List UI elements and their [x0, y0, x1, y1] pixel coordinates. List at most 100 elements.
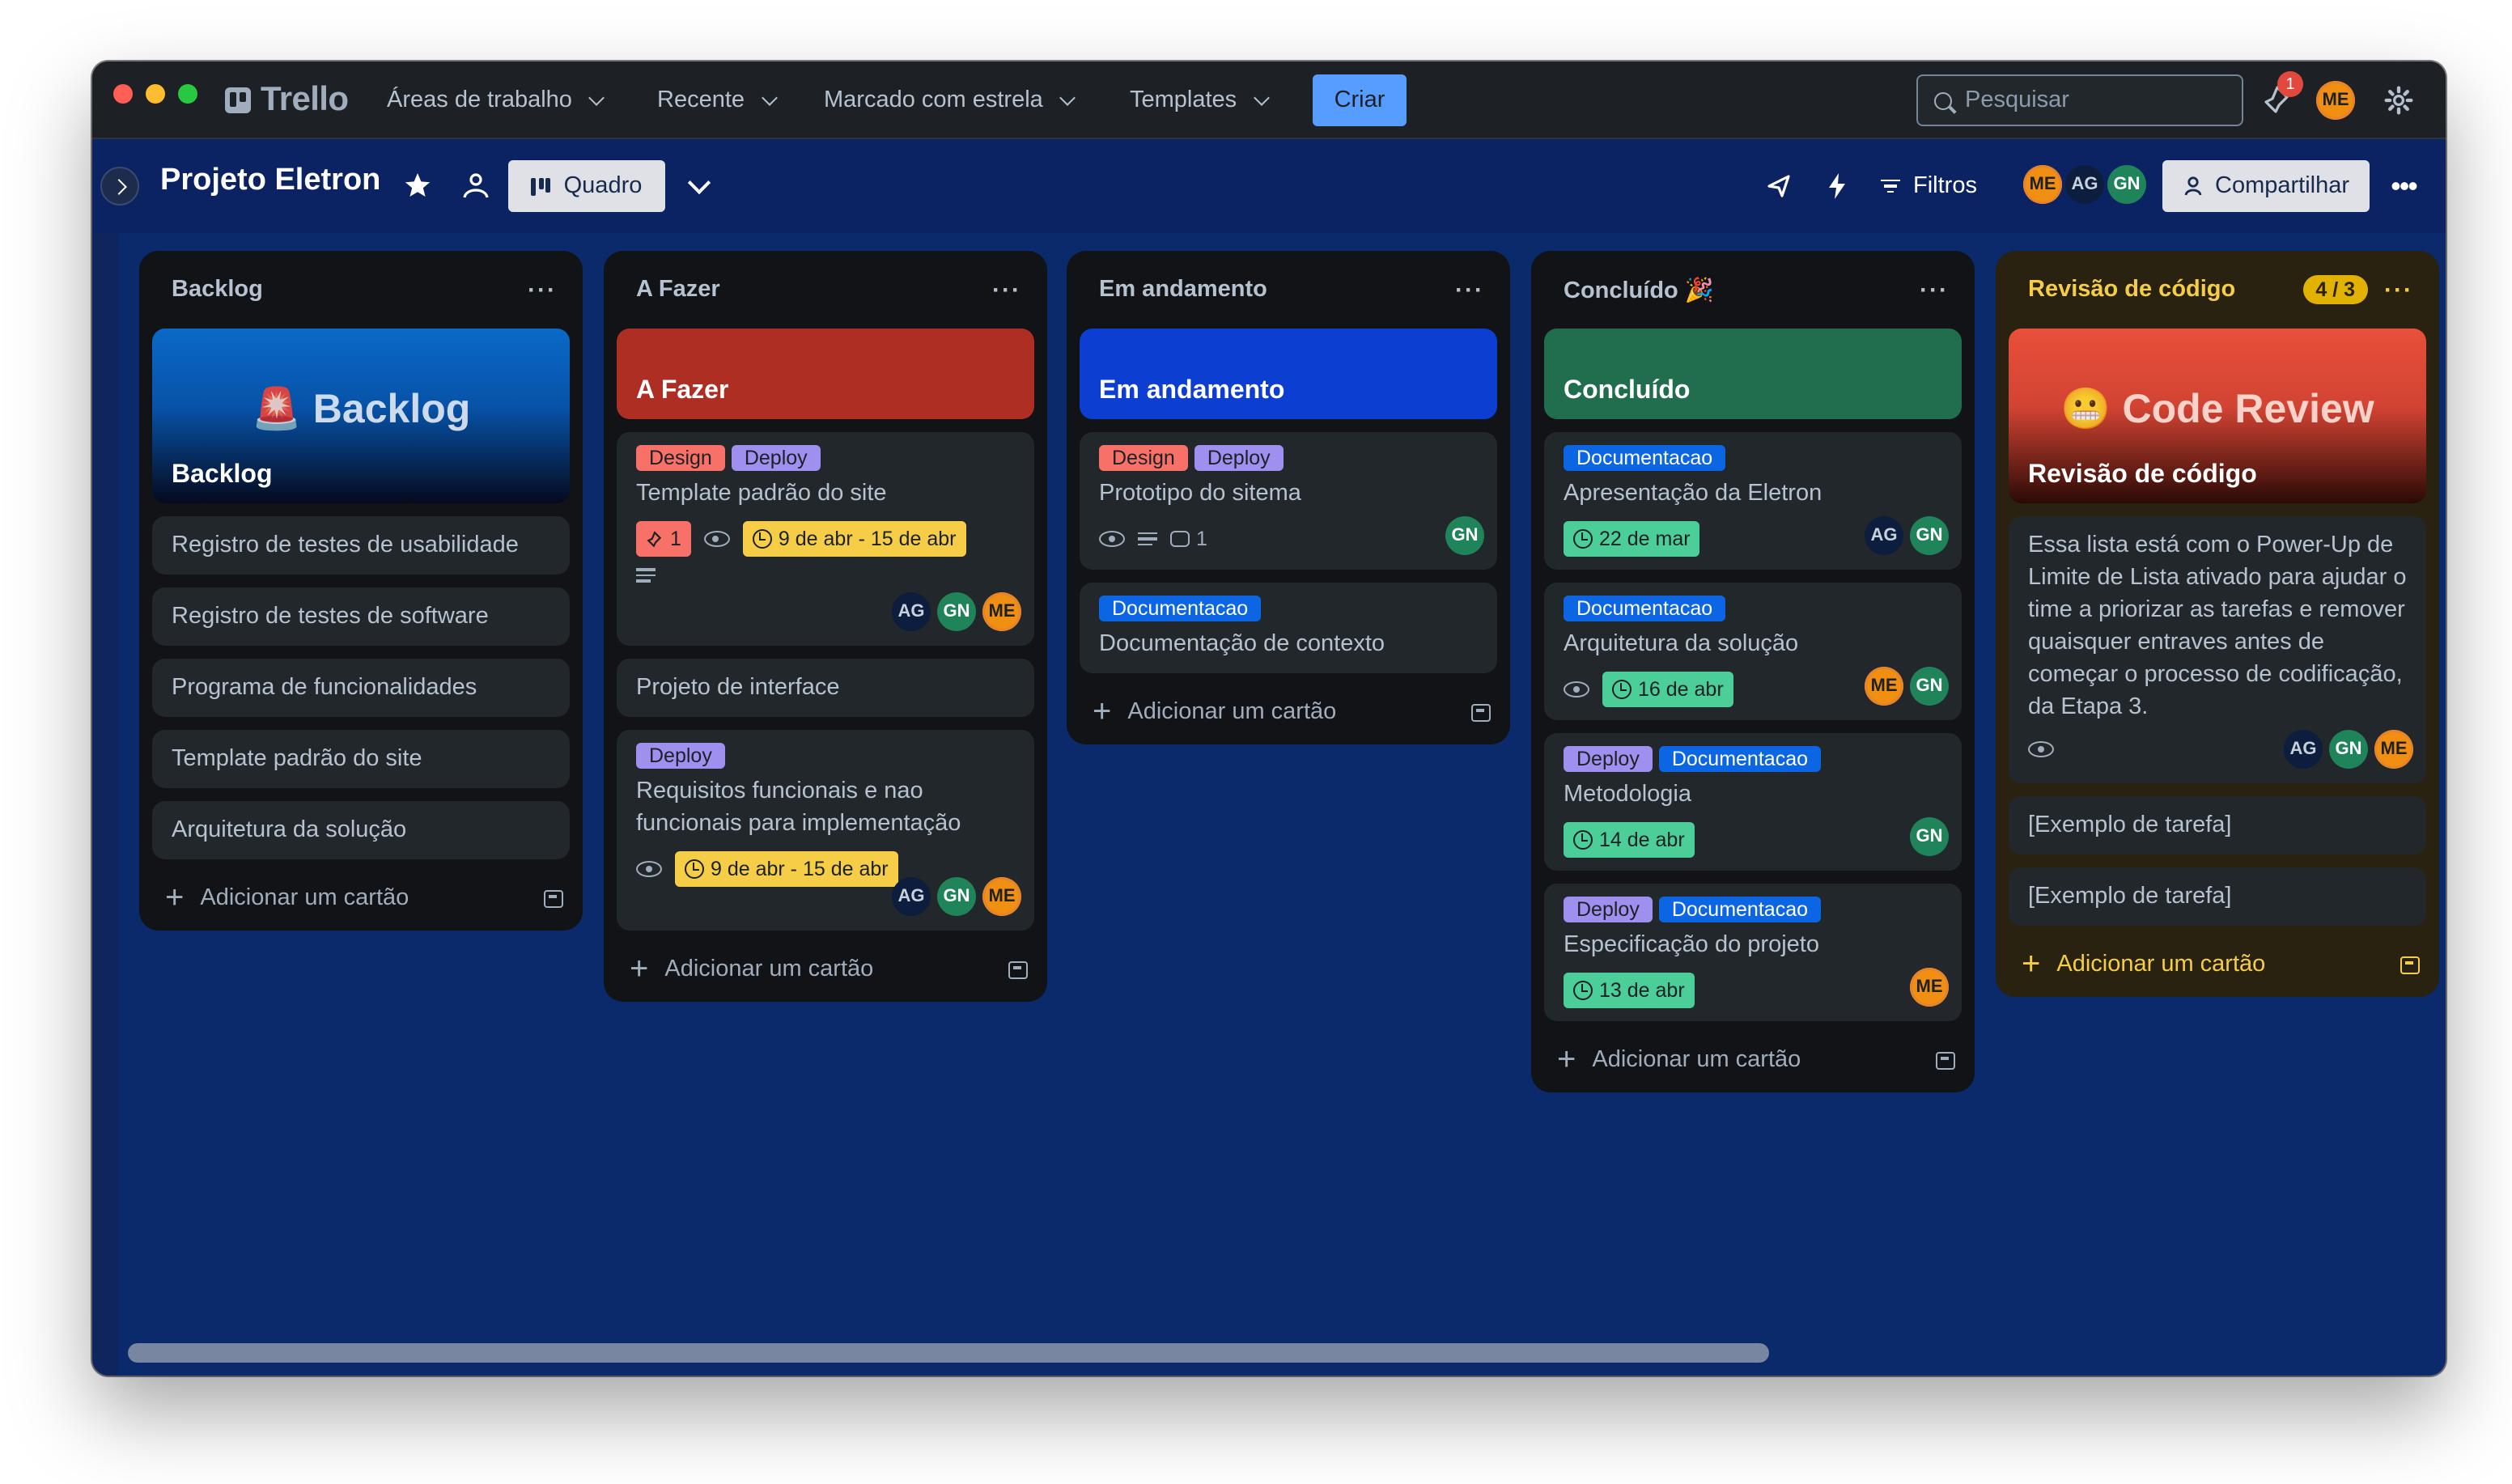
minimize-window-button[interactable] — [146, 84, 165, 104]
card[interactable]: Template padrão do site — [152, 730, 570, 788]
card[interactable]: Design Deploy Template padrão do site 1 … — [617, 432, 1034, 646]
member-avatar[interactable]: AG — [1865, 516, 1903, 555]
card[interactable]: [Exemplo de tarefa] — [2009, 796, 2426, 854]
card[interactable]: Deploy Requisitos funcionais e nao funci… — [617, 730, 1034, 931]
label-documentacao[interactable]: Documentacao — [1564, 596, 1726, 621]
member-avatar[interactable]: GN — [1910, 516, 1949, 555]
member-avatar[interactable]: ME — [982, 877, 1021, 916]
chevron-down-icon[interactable] — [681, 168, 717, 204]
card-cover[interactable]: 😬 Code Review Revisão de código — [2009, 329, 2426, 503]
card[interactable]: [Exemplo de tarefa] — [2009, 867, 2426, 926]
zoom-window-button[interactable] — [178, 84, 197, 104]
label-documentacao[interactable]: Documentacao — [1564, 445, 1726, 471]
card[interactable]: Arquitetura da solução — [152, 801, 570, 859]
member-avatar[interactable]: ME — [2374, 730, 2413, 769]
due-date-badge[interactable]: 22 de mar — [1564, 521, 1700, 557]
label-deploy[interactable]: Deploy — [1564, 746, 1653, 772]
member-avatar[interactable]: AG — [2065, 165, 2104, 204]
create-button[interactable]: Criar — [1313, 74, 1407, 126]
label-deploy[interactable]: Deploy — [1564, 897, 1653, 922]
due-date-badge[interactable]: 9 de abr - 15 de abr — [742, 521, 966, 557]
due-date-badge[interactable]: 14 de abr — [1564, 822, 1695, 858]
add-card-button[interactable]: + Adicionar um cartão — [1531, 1028, 1975, 1092]
list-title[interactable]: Revisão de código — [2028, 277, 2235, 303]
visibility-workspace-icon[interactable] — [458, 168, 494, 204]
search-input[interactable]: Pesquisar — [1916, 74, 2243, 126]
user-avatar[interactable]: ME — [2316, 81, 2355, 120]
member-avatar[interactable]: GN — [2107, 165, 2146, 204]
member-avatar[interactable]: ME — [2023, 165, 2062, 204]
gear-icon[interactable] — [2384, 86, 2413, 115]
member-avatar[interactable]: AG — [892, 877, 931, 916]
star-icon[interactable] — [400, 168, 435, 204]
automation-icon[interactable] — [1819, 168, 1855, 204]
board-title[interactable]: Projeto Eletron — [160, 163, 380, 199]
member-avatar[interactable]: GN — [1910, 667, 1949, 706]
board-menu-icon[interactable]: ••• — [2386, 168, 2421, 204]
horizontal-scrollbar[interactable] — [128, 1343, 1769, 1363]
nav-workspaces-menu[interactable]: Áreas de trabalho — [387, 81, 605, 120]
nav-templates-menu[interactable]: Templates — [1130, 81, 1271, 120]
member-avatar[interactable]: AG — [892, 592, 931, 631]
create-from-template-icon[interactable] — [2400, 956, 2420, 973]
label-documentacao[interactable]: Documentacao — [1099, 596, 1262, 621]
card[interactable]: Registro de testes de usabilidade — [152, 516, 570, 575]
card-cover[interactable]: Em andamento — [1080, 329, 1497, 419]
due-date-badge[interactable]: 13 de abr — [1564, 973, 1695, 1008]
create-from-template-icon[interactable] — [1471, 703, 1491, 721]
card[interactable]: Essa lista está com o Power-Up de Limite… — [2009, 516, 2426, 783]
label-documentacao[interactable]: Documentacao — [1658, 897, 1821, 922]
list-title[interactable]: Concluído 🎉 — [1564, 276, 1714, 303]
list-menu-icon[interactable]: ··· — [2384, 278, 2413, 302]
label-deploy[interactable]: Deploy — [636, 743, 725, 769]
trello-logo[interactable]: Trello — [225, 79, 349, 121]
list-menu-icon[interactable]: ··· — [1920, 278, 1949, 302]
label-design[interactable]: Design — [1099, 445, 1188, 471]
board-view-button[interactable]: Quadro — [508, 160, 665, 212]
close-window-button[interactable] — [113, 84, 133, 104]
label-documentacao[interactable]: Documentacao — [1658, 746, 1821, 772]
list-menu-icon[interactable]: ··· — [1455, 278, 1484, 302]
member-avatar[interactable]: GN — [2329, 730, 2368, 769]
member-avatar[interactable]: GN — [937, 877, 976, 916]
create-from-template-icon[interactable] — [1936, 1051, 1955, 1069]
nav-recent-menu[interactable]: Recente — [657, 81, 778, 120]
member-avatar[interactable]: GN — [1445, 516, 1484, 555]
member-avatar[interactable]: ME — [1910, 968, 1949, 1007]
add-card-button[interactable]: + Adicionar um cartão — [1067, 680, 1510, 744]
card[interactable]: Registro de testes de software — [152, 587, 570, 646]
member-avatar[interactable]: ME — [982, 592, 1021, 631]
add-card-button[interactable]: + Adicionar um cartão — [139, 866, 583, 931]
power-ups-icon[interactable] — [1761, 168, 1797, 204]
card-cover[interactable]: Concluído — [1544, 329, 1962, 419]
list-title[interactable]: Em andamento — [1099, 277, 1267, 303]
card[interactable]: Deploy Documentacao Especificação do pro… — [1544, 884, 1962, 1021]
card[interactable]: Documentacao Apresentação da Eletron 22 … — [1544, 432, 1962, 570]
label-deploy[interactable]: Deploy — [731, 445, 821, 471]
card-cover[interactable]: 🚨 Backlog Backlog — [152, 329, 570, 503]
list-title[interactable]: Backlog — [172, 277, 263, 303]
share-button[interactable]: Compartilhar — [2162, 160, 2370, 212]
create-from-template-icon[interactable] — [1008, 960, 1028, 978]
card[interactable]: Projeto de interface — [617, 659, 1034, 717]
card[interactable]: Documentacao Arquitetura da solução 16 d… — [1544, 583, 1962, 720]
member-avatar[interactable]: ME — [1865, 667, 1903, 706]
add-card-button[interactable]: + Adicionar um cartão — [604, 937, 1047, 1002]
due-date-badge[interactable]: 9 de abr - 15 de abr — [675, 851, 898, 887]
due-date-badge[interactable]: 16 de abr — [1602, 672, 1733, 707]
list-menu-icon[interactable]: ··· — [528, 278, 557, 302]
member-avatar[interactable]: GN — [937, 592, 976, 631]
filters-button[interactable]: Filtros — [1881, 168, 1977, 204]
label-design[interactable]: Design — [636, 445, 725, 471]
create-from-template-icon[interactable] — [544, 889, 563, 907]
member-avatar[interactable]: GN — [1910, 817, 1949, 856]
nav-starred-menu[interactable]: Marcado com estrela — [824, 81, 1076, 120]
list-title[interactable]: A Fazer — [636, 277, 720, 303]
expand-sidebar-button[interactable] — [100, 167, 139, 206]
list-menu-icon[interactable]: ··· — [992, 278, 1021, 302]
label-deploy[interactable]: Deploy — [1194, 445, 1284, 471]
add-card-button[interactable]: + Adicionar um cartão — [1996, 932, 2439, 997]
card[interactable]: Programa de funcionalidades — [152, 659, 570, 717]
member-avatar[interactable]: AG — [2284, 730, 2323, 769]
card[interactable]: Design Deploy Prototipo do sitema 1 GN — [1080, 432, 1497, 570]
